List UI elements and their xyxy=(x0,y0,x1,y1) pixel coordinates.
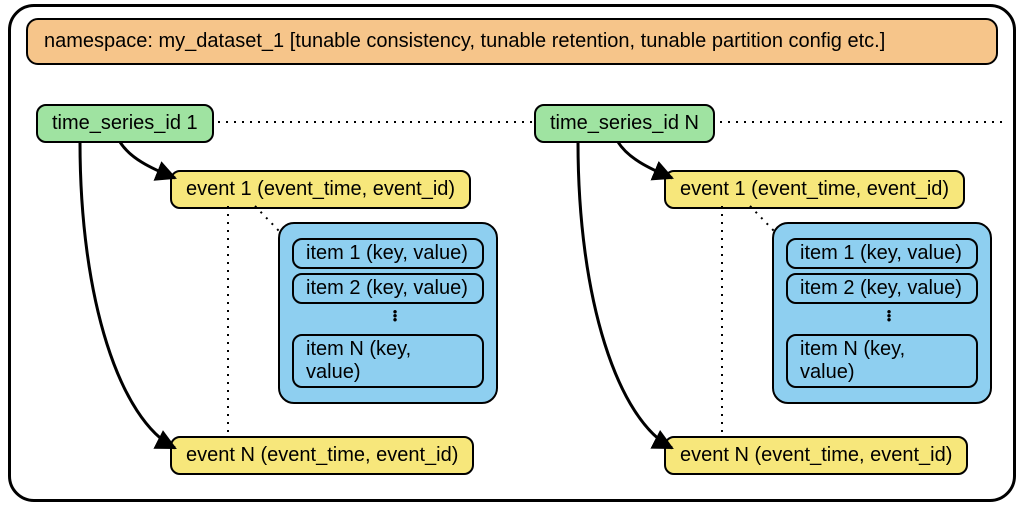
item-1-right-label: item 1 (key, value) xyxy=(800,242,962,264)
time-series-id-1-label: time_series_id 1 xyxy=(52,112,198,134)
namespace-label: namespace: my_dataset_1 [tunable consist… xyxy=(44,30,885,52)
event-1-left-label: event 1 (event_time, event_id) xyxy=(186,178,455,200)
item-n-left-label: item N (key, value) xyxy=(306,338,411,383)
items-ellipsis-right: ••• xyxy=(786,308,978,330)
item-2-left-label: item 2 (key, value) xyxy=(306,277,468,299)
items-group-right: item 1 (key, value) item 2 (key, value) … xyxy=(772,222,992,404)
item-n-right: item N (key, value) xyxy=(786,334,978,388)
item-1-right: item 1 (key, value) xyxy=(786,238,978,269)
items-ellipsis-left: ••• xyxy=(292,308,484,330)
event-n-right-label: event N (event_time, event_id) xyxy=(680,444,952,466)
event-1-right: event 1 (event_time, event_id) xyxy=(664,170,965,209)
event-n-left: event N (event_time, event_id) xyxy=(170,436,474,475)
namespace-box: namespace: my_dataset_1 [tunable consist… xyxy=(26,18,998,65)
item-1-left: item 1 (key, value) xyxy=(292,238,484,269)
time-series-id-n-label: time_series_id N xyxy=(550,112,699,134)
event-n-right: event N (event_time, event_id) xyxy=(664,436,968,475)
time-series-id-n: time_series_id N xyxy=(534,104,715,143)
item-n-right-label: item N (key, value) xyxy=(800,338,905,383)
event-1-right-label: event 1 (event_time, event_id) xyxy=(680,178,949,200)
event-n-left-label: event N (event_time, event_id) xyxy=(186,444,458,466)
time-series-id-1: time_series_id 1 xyxy=(36,104,214,143)
item-n-left: item N (key, value) xyxy=(292,334,484,388)
item-2-right-label: item 2 (key, value) xyxy=(800,277,962,299)
items-group-left: item 1 (key, value) item 2 (key, value) … xyxy=(278,222,498,404)
item-2-left: item 2 (key, value) xyxy=(292,273,484,304)
event-1-left: event 1 (event_time, event_id) xyxy=(170,170,471,209)
item-1-left-label: item 1 (key, value) xyxy=(306,242,468,264)
item-2-right: item 2 (key, value) xyxy=(786,273,978,304)
